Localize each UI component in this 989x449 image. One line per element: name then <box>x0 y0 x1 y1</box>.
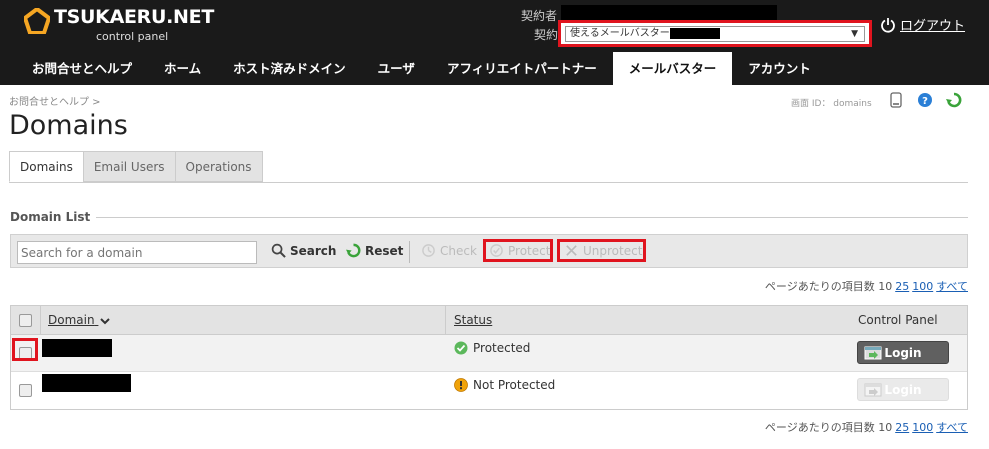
pagination-bottom: ページあたりの項目数 10 25 100 すべて <box>765 419 968 435</box>
login-button-label: Login <box>884 382 922 397</box>
breadcrumb[interactable]: お問合せとヘルプ > <box>9 93 101 108</box>
protect-highlight <box>483 239 553 262</box>
logo-icon <box>24 8 50 34</box>
reset-button-label: Reset <box>365 243 404 258</box>
search-button-label: Search <box>290 243 337 258</box>
contract-holder-redacted <box>561 5 777 20</box>
status-label: Not Protected <box>473 378 556 392</box>
tab-bar: Domains Email Users Operations <box>9 151 263 182</box>
per-page-100[interactable]: 100 <box>912 280 933 293</box>
contract-select[interactable]: 使えるメールバスター ▼ <box>565 26 865 42</box>
search-input[interactable] <box>17 241 257 264</box>
refresh-icon[interactable] <box>946 92 962 108</box>
per-page-100[interactable]: 100 <box>912 421 933 434</box>
domain-name-redacted <box>42 339 112 357</box>
warning-icon <box>454 378 468 392</box>
column-divider <box>445 306 446 335</box>
manual-icon[interactable] <box>888 92 904 108</box>
nav-item-users[interactable]: ユーザ <box>362 52 431 85</box>
column-control-panel: Control Panel <box>858 313 938 327</box>
logout-link[interactable]: ログアウト <box>880 15 965 34</box>
search-icon <box>271 243 286 258</box>
logo[interactable]: TSUKAERU.NET control panel <box>24 6 214 46</box>
logo-text: TSUKAERU.NET <box>54 6 214 28</box>
table-row: Not Protected Login <box>11 372 967 409</box>
contract-select-redacted <box>669 27 720 39</box>
nav-item-affiliate[interactable]: アフィリエイトパートナー <box>431 52 613 85</box>
row-checkbox[interactable] <box>19 384 32 397</box>
nav-item-mailbuster[interactable]: メールバスター <box>612 52 733 85</box>
column-domain-label: Domain <box>48 313 95 327</box>
tabs-divider <box>9 182 968 183</box>
check-button[interactable]: Check <box>421 243 477 258</box>
protected-icon <box>454 341 468 355</box>
reset-button[interactable]: Reset <box>346 243 403 258</box>
tab-domains[interactable]: Domains <box>9 151 84 182</box>
login-button[interactable]: Login <box>857 341 949 364</box>
domain-name-redacted <box>42 374 131 392</box>
per-page-label: ページあたりの項目数 10 <box>764 280 893 293</box>
login-icon <box>864 346 882 360</box>
column-divider <box>40 306 41 335</box>
domain-table: Domain Status Control Panel Protected Lo… <box>10 305 968 410</box>
status-badge: Not Protected <box>454 378 555 392</box>
table-row: Protected Login <box>11 335 967 372</box>
column-domain[interactable]: Domain <box>48 306 111 335</box>
page-title: Domains <box>9 110 128 141</box>
nav-item-account[interactable]: アカウント <box>732 52 827 85</box>
toolbar-separator <box>409 241 410 263</box>
contract-holder-label: 契約者 <box>521 9 558 23</box>
check-icon <box>422 244 435 257</box>
nav-item-home[interactable]: ホーム <box>148 52 217 85</box>
nav-item-hosted-domains[interactable]: ホスト済みドメイン <box>217 52 362 85</box>
power-icon <box>881 17 895 33</box>
main-nav: お問合せとヘルプ ホーム ホスト済みドメイン ユーザ アフィリエイトパートナー … <box>0 52 989 85</box>
contract-label: 契約 <box>534 28 559 42</box>
per-page-all[interactable]: すべて <box>936 421 968 434</box>
unprotect-highlight <box>557 239 646 262</box>
status-badge: Protected <box>454 341 530 355</box>
nav-item-help[interactable]: お問合せとヘルプ <box>0 52 148 85</box>
login-button[interactable]: Login <box>857 378 949 401</box>
check-button-label: Check <box>440 243 477 258</box>
section-divider <box>96 217 968 218</box>
per-page-25[interactable]: 25 <box>895 280 909 293</box>
row-checkbox-highlight <box>12 338 38 361</box>
contract-select-value: 使えるメールバスター <box>570 28 670 39</box>
reset-icon <box>346 243 361 258</box>
login-button-label: Login <box>884 345 922 360</box>
logout-label: ログアウト <box>900 19 966 34</box>
table-header: Domain Status Control Panel <box>11 306 967 335</box>
column-status[interactable]: Status <box>454 306 492 335</box>
top-bar: TSUKAERU.NET control panel 契約者 契約 使えるメール… <box>0 0 989 85</box>
logo-subtitle: control panel <box>96 30 169 43</box>
chevron-down-icon <box>100 317 111 324</box>
dropdown-arrow-icon: ▼ <box>851 29 858 39</box>
search-button[interactable]: Search <box>271 243 336 258</box>
select-all-checkbox[interactable] <box>19 314 32 327</box>
tab-email-users[interactable]: Email Users <box>82 151 176 182</box>
help-icon[interactable]: ? <box>917 92 933 108</box>
per-page-label: ページあたりの項目数 10 <box>764 421 893 434</box>
pagination-top: ページあたりの項目数 10 25 100 すべて <box>765 278 968 294</box>
section-title: Domain List <box>10 210 91 224</box>
login-icon <box>864 383 882 397</box>
utility-icons: ? <box>888 92 962 108</box>
screen-id: 画面 ID： domains <box>791 99 872 109</box>
contract-select-highlight: 使えるメールバスター ▼ <box>558 20 872 47</box>
per-page-25[interactable]: 25 <box>895 421 909 434</box>
tab-operations[interactable]: Operations <box>174 151 263 182</box>
status-label: Protected <box>473 341 531 355</box>
svg-text:?: ? <box>922 96 928 107</box>
per-page-all[interactable]: すべて <box>936 280 968 293</box>
